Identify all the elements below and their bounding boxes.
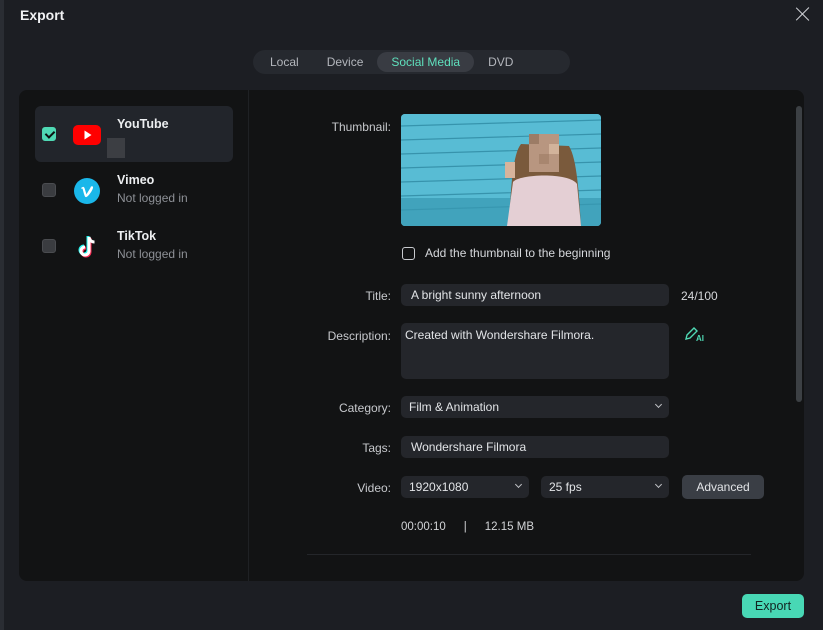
vimeo-checkbox[interactable] [42, 183, 56, 197]
description-label: Description: [327, 329, 391, 343]
tab-local[interactable]: Local [256, 52, 313, 72]
duration: 00:00:10 [401, 521, 446, 533]
output-info: 00:00:10 | 12.15 MB [401, 521, 534, 533]
checkbox-box[interactable] [402, 246, 415, 260]
svg-text:AI: AI [696, 334, 704, 342]
youtube-icon [73, 125, 101, 145]
tab-dvd[interactable]: DVD [474, 52, 527, 72]
account-name-masked [107, 138, 125, 158]
category-value: Film & Animation [409, 400, 500, 414]
youtube-checkbox[interactable] [42, 127, 56, 141]
chevron-down-icon [654, 400, 663, 409]
background-app-edge [0, 0, 4, 630]
upload-form: Thumbnail: Add the thumbnail to the begi… [249, 90, 789, 581]
divider [307, 554, 751, 555]
thumbnail-picture [401, 114, 601, 226]
title-input[interactable]: A bright sunny afternoon [401, 284, 669, 306]
platform-name: Vimeo [117, 173, 155, 187]
tiktok-icon [78, 236, 95, 258]
close-icon[interactable] [795, 6, 811, 22]
add-thumbnail-checkbox[interactable]: Add the thumbnail to the beginning [402, 246, 610, 260]
description-textarea[interactable]: Created with Wondershare Filmora. [401, 323, 669, 379]
vimeo-icon [74, 178, 100, 204]
chevron-down-icon [514, 480, 523, 489]
ai-write-icon[interactable]: AI [684, 326, 706, 342]
fps-select[interactable]: 25 fps [541, 476, 669, 498]
tab-device[interactable]: Device [313, 52, 378, 72]
content-panel: YouTube Vimeo Not logged in TikTok Not l… [19, 90, 804, 581]
title-label: Title: [365, 289, 391, 303]
add-thumbnail-label: Add the thumbnail to the beginning [425, 246, 611, 260]
advanced-button[interactable]: Advanced [682, 475, 764, 499]
title-char-counter: 24/100 [681, 289, 718, 303]
thumbnail-image[interactable] [401, 114, 601, 226]
platform-status: Not logged in [117, 191, 188, 205]
video-label: Video: [357, 481, 391, 495]
export-button[interactable]: Export [742, 594, 804, 618]
platform-name: YouTube [117, 117, 169, 131]
platform-vimeo[interactable]: Vimeo Not logged in [35, 162, 233, 218]
file-size: 12.15 MB [484, 521, 534, 533]
chevron-down-icon [654, 480, 663, 489]
platform-name: TikTok [117, 229, 157, 243]
export-tabs: Local Device Social Media DVD [253, 50, 570, 74]
dialog-title: Export [20, 7, 65, 23]
resolution-select[interactable]: 1920x1080 [401, 476, 529, 498]
category-label: Category: [338, 401, 391, 415]
tab-social-media[interactable]: Social Media [377, 52, 475, 72]
separator: | [463, 521, 467, 533]
tags-input[interactable]: Wondershare Filmora [401, 436, 669, 458]
fps-value: 25 fps [549, 480, 582, 494]
scrollbar[interactable] [796, 106, 802, 402]
platform-tiktok[interactable]: TikTok Not logged in [35, 218, 233, 274]
thumbnail-label: Thumbnail: [331, 120, 391, 134]
tiktok-checkbox[interactable] [42, 239, 56, 253]
platform-status: Not logged in [117, 247, 188, 261]
tags-label: Tags: [362, 441, 391, 455]
platform-list: YouTube Vimeo Not logged in TikTok Not l… [19, 90, 249, 581]
resolution-value: 1920x1080 [409, 480, 469, 494]
category-select[interactable]: Film & Animation [401, 396, 669, 418]
export-dialog: Export Local Device Social Media DVD You… [0, 0, 823, 630]
platform-youtube[interactable]: YouTube [35, 106, 233, 162]
